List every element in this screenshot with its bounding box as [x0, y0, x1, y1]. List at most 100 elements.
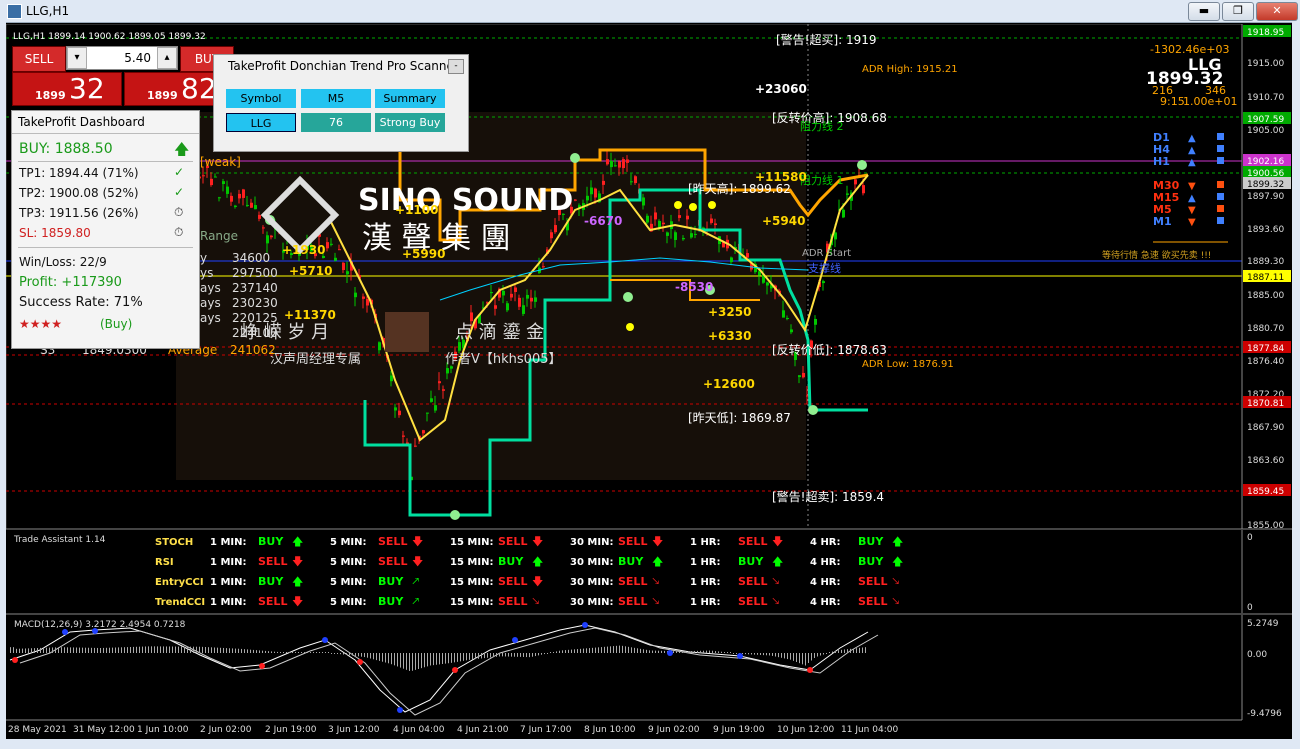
macd-histogram-bar: [352, 653, 353, 656]
minimize-button[interactable]: ▬: [1188, 2, 1220, 21]
candle-body: [266, 235, 269, 244]
macd-histogram-bar: [334, 653, 335, 654]
macd-histogram-bar: [265, 650, 266, 653]
macd-cross-dot: [357, 659, 363, 665]
candle-body: [522, 305, 525, 314]
maximize-button[interactable]: ❐: [1222, 2, 1254, 21]
price-axis-label: 1915.00: [1247, 59, 1284, 69]
stat-value: -1302.46e+03: [1150, 43, 1229, 56]
sell-button[interactable]: SELL: [12, 46, 66, 72]
close-button[interactable]: ✕: [1256, 2, 1298, 21]
scanner-header-summary[interactable]: Summary: [375, 89, 445, 108]
assistant-row-label: RSI: [155, 557, 174, 568]
profit-label: +1930: [282, 243, 325, 257]
macd-histogram-bar: [91, 647, 92, 653]
scanner-cell-value[interactable]: 76: [301, 113, 371, 132]
assistant-tf-label: 4 HR:: [810, 557, 841, 568]
sell-signal: SELL: [618, 575, 647, 588]
window-titlebar: LLG,H1 ▬ ❐ ✕: [0, 0, 1300, 23]
macd-histogram-bar: [283, 652, 284, 653]
buy-signal: BUY: [858, 535, 884, 548]
macd-histogram-bar: [280, 652, 281, 653]
macd-histogram-bar: [46, 647, 47, 653]
signal-arrow-icon: 🡖: [892, 575, 899, 588]
lot-decrease-button[interactable]: ▾: [67, 47, 87, 69]
lot-size-value[interactable]: 5.40: [89, 51, 155, 65]
macd-histogram-bar: [196, 646, 197, 653]
macd-histogram-bar: [748, 653, 749, 655]
scanner-cell-summary[interactable]: Strong Buy: [375, 113, 445, 132]
macd-histogram-bar: [220, 647, 221, 653]
macd-histogram-bar: [298, 652, 299, 653]
price-axis-label: 1899.32: [1247, 180, 1284, 190]
signal-dot: [808, 405, 818, 415]
macd-histogram-bar: [55, 647, 56, 653]
macd-histogram-bar: [82, 647, 83, 653]
macd-histogram-bar: [217, 647, 218, 653]
assistant-tf-label: 30 MIN:: [570, 537, 613, 548]
candle-body: [258, 214, 261, 219]
watermark-title: SINO SOUND: [358, 183, 573, 218]
macd-histogram-bar: [664, 650, 665, 653]
watermark-photo: [385, 312, 429, 352]
pivot-value: 220125: [232, 311, 278, 325]
candle-body: [846, 193, 849, 195]
price-axis-label: 1877.84: [1247, 344, 1284, 354]
macd-histogram-bar: [253, 649, 254, 653]
candle-body: [390, 375, 393, 382]
macd-histogram-bar: [850, 648, 851, 653]
macd-histogram-bar: [586, 648, 587, 653]
macd-histogram-bar: [439, 653, 440, 665]
macd-histogram-bar: [784, 653, 785, 659]
macd-histogram-bar: [394, 653, 395, 666]
candle-body: [434, 405, 437, 411]
price-axis-label: 1880.70: [1247, 324, 1284, 334]
scanner-minimize-button[interactable]: -: [448, 59, 464, 74]
candle-body: [242, 189, 245, 198]
sell-signal: SELL: [378, 555, 407, 568]
signal-dot: [689, 203, 697, 211]
lot-increase-button[interactable]: ▴: [157, 47, 177, 69]
macd-histogram-bar: [277, 651, 278, 653]
candle-body: [682, 238, 685, 240]
macd-histogram-bar: [595, 647, 596, 653]
price-axis-label: 1910.70: [1247, 93, 1284, 103]
assistant-tf-label: 15 MIN:: [450, 597, 493, 608]
pivot-label: ays: [200, 296, 221, 310]
macd-histogram-bar: [592, 647, 593, 653]
dashboard-tp3: TP3: 1911.56 (26%): [19, 206, 139, 220]
profit-label: +5990: [402, 247, 445, 261]
signal-arrow-icon: 🡅: [652, 555, 663, 568]
macd-histogram-bar: [157, 646, 158, 653]
candle-body: [822, 281, 825, 284]
lot-size-stepper[interactable]: ▾ 5.40 ▴: [66, 46, 178, 70]
macd-histogram-bar: [109, 647, 110, 653]
macd-histogram-bar: [790, 653, 791, 660]
assistant-tf-label: 4 HR:: [810, 597, 841, 608]
macd-histogram-bar: [589, 648, 590, 653]
assistant-tf-label: 1 MIN:: [210, 537, 246, 548]
label-tip: 等待行情 急速 欲买先卖 !!!: [1102, 249, 1211, 261]
macd-histogram-bar: [88, 647, 89, 653]
sell-price-box[interactable]: 1899 32: [12, 72, 122, 106]
candle-body: [514, 287, 517, 292]
macd-histogram-bar: [421, 653, 422, 669]
macd-histogram-bar: [244, 649, 245, 653]
scanner-header-symbol[interactable]: Symbol: [226, 89, 296, 108]
candle-body: [662, 222, 665, 225]
macd-histogram-bar: [775, 653, 776, 657]
signal-arrow-icon: 🡇: [292, 595, 303, 608]
macd-histogram-bar: [184, 646, 185, 653]
signal-dot: [450, 510, 460, 520]
assistant-tf-label: 30 MIN:: [570, 597, 613, 608]
profit-label: +5710: [289, 264, 332, 278]
scanner-header-timeframe[interactable]: M5: [301, 89, 371, 108]
macd-histogram-bar: [325, 652, 326, 653]
scanner-cell-symbol[interactable]: LLG: [226, 113, 296, 132]
macd-histogram-bar: [370, 653, 371, 659]
macd-histogram-bar: [430, 653, 431, 666]
candle-body: [786, 318, 789, 320]
tp3-pending-icon: ⏱: [174, 205, 184, 219]
macd-histogram-bar: [25, 648, 26, 653]
candle-body: [654, 212, 657, 220]
